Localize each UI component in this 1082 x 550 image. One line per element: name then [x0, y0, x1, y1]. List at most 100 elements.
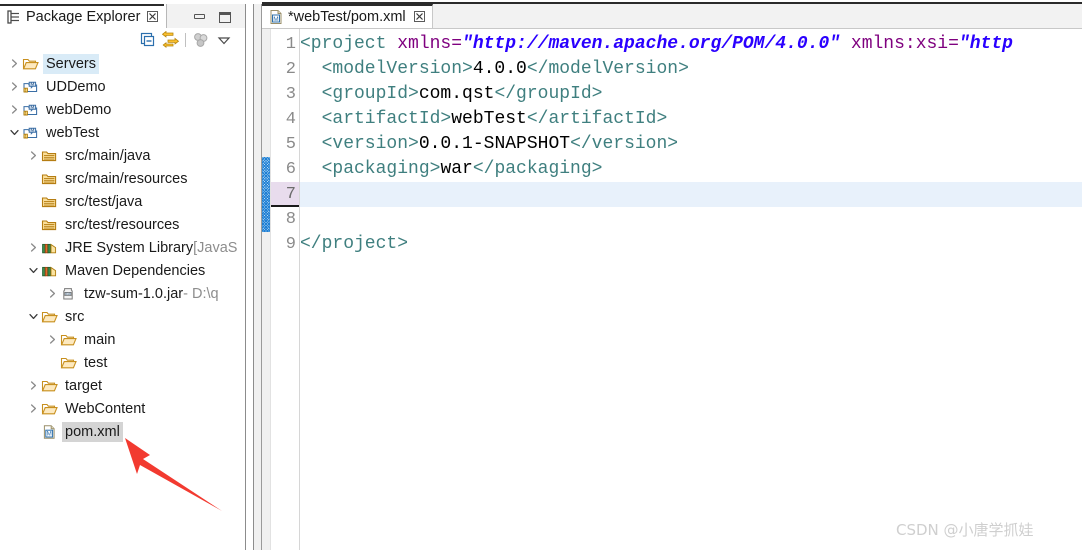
chevron-right-icon[interactable]: [44, 332, 60, 348]
folder-icon: [60, 332, 77, 348]
collapse-all-icon: [139, 32, 157, 53]
tree-item-label: webTest: [46, 124, 100, 141]
code-token: 4.0.0: [472, 59, 527, 79]
focus-on-active-task-button[interactable]: [192, 31, 210, 49]
tree-item-text: webDemo: [43, 100, 114, 120]
svg-text:!: !: [25, 110, 26, 115]
tree-item-target[interactable]: target: [0, 374, 245, 397]
jar-icon: 010: [60, 286, 77, 302]
tree-item-label: Maven Dependencies: [65, 262, 206, 279]
toolbar-separator: [185, 33, 186, 47]
chevron-right-icon[interactable]: [44, 286, 60, 302]
tree-item-label: test: [84, 354, 108, 371]
close-icon[interactable]: [147, 10, 159, 24]
code-line[interactable]: <modelVersion>4.0.0</modelVersion>: [300, 57, 1082, 82]
code-token: 0.0.1-SNAPSHOT: [418, 134, 571, 154]
tab-package-explorer[interactable]: Package Explorer: [0, 4, 165, 28]
chevron-down-icon[interactable]: [25, 309, 41, 325]
tree-item-label: Servers: [46, 55, 96, 72]
tree-item-src[interactable]: src: [0, 305, 245, 328]
chevron-down-icon[interactable]: [6, 125, 22, 141]
chevron-right-icon[interactable]: [6, 56, 22, 72]
tree-item-src-main-java[interactable]: src/main/java: [0, 144, 245, 167]
tree-item-text: UDDemo: [43, 77, 109, 97]
tree-item-text: src/main/java: [62, 146, 153, 166]
code-line[interactable]: </project>: [300, 232, 1082, 257]
source-folder-icon: [41, 217, 58, 233]
folder-icon: [22, 56, 39, 72]
link-with-editor-button[interactable]: [161, 30, 180, 49]
code-line[interactable]: <artifactId>webTest</artifactId>: [300, 107, 1082, 132]
code-token: <project: [300, 34, 398, 54]
chevron-right-icon[interactable]: [25, 148, 41, 164]
tree-item-src-test-java[interactable]: src/test/java: [0, 190, 245, 213]
tree-item-src-test-resources[interactable]: src/test/resources: [0, 213, 245, 236]
maven-pom-icon: M: [268, 9, 288, 25]
xml-editor: M *webTest/pom.xml 1 2 3 4 5 6 7 8 9 <project xm…: [262, 4, 1082, 550]
code-line[interactable]: [300, 182, 1082, 207]
chevron-down-icon[interactable]: [25, 263, 41, 279]
tree-item-text: main: [81, 330, 118, 350]
panel-gap: [246, 4, 253, 550]
maven-project-icon: M!: [22, 102, 39, 118]
svg-text:!: !: [25, 87, 26, 92]
tree-item-src-main-resources[interactable]: src/main/resources: [0, 167, 245, 190]
chevron-right-icon[interactable]: [6, 79, 22, 95]
editor-text-area[interactable]: 1 2 3 4 5 6 7 8 9 <project xmlns="http://maven.a…: [262, 29, 1082, 550]
line-number-ruler: 1 2 3 4 5 6 7 8 9: [271, 29, 300, 550]
tree-item-jre-system-library[interactable]: JRE System Library [JavaS: [0, 236, 245, 259]
chevron-right-icon[interactable]: [25, 401, 41, 417]
tree-item-servers[interactable]: Servers: [0, 52, 245, 75]
svg-text:M: M: [30, 127, 34, 132]
maven-project-icon: M!: [22, 79, 39, 95]
minimize-button[interactable]: [193, 12, 206, 23]
tree-item-label: JRE System Library: [65, 239, 194, 256]
tree-item-uddemo[interactable]: M! UDDemo: [0, 75, 245, 98]
tree-item-webtest[interactable]: M! webTest: [0, 121, 245, 144]
code-token: </artifactId>: [526, 109, 668, 129]
tab-pom-xml[interactable]: M *webTest/pom.xml: [262, 4, 433, 28]
chevron-right-icon[interactable]: [6, 102, 22, 118]
code-line[interactable]: <version>0.0.1-SNAPSHOT</version>: [300, 132, 1082, 157]
line-number: 4: [285, 110, 296, 129]
library-icon: [41, 263, 58, 279]
csdn-watermark: CSDN @小唐学抓娃: [896, 521, 1034, 539]
tree-item-text: src/main/resources: [62, 169, 190, 189]
code-token: "http://maven.apache.org/POM/4.0.0": [462, 34, 841, 54]
tree-item-maven-dependencies[interactable]: Maven Dependencies: [0, 259, 245, 282]
code-token: xmlns:xsi=: [840, 34, 959, 54]
chevron-right-icon[interactable]: [25, 240, 41, 256]
maximize-button[interactable]: [219, 12, 232, 23]
collapse-all-button[interactable]: [139, 31, 157, 49]
code-line[interactable]: <project xmlns="http://maven.apache.org/…: [300, 32, 1082, 57]
tree-item-webcontent[interactable]: WebContent: [0, 397, 245, 420]
close-icon[interactable]: [413, 10, 425, 25]
code-line[interactable]: <packaging>war</packaging>: [300, 157, 1082, 182]
tree-item-main[interactable]: main: [0, 328, 245, 351]
code-line[interactable]: <groupId>com.qst</groupId>: [300, 82, 1082, 107]
source-folder-icon: [41, 148, 58, 164]
code-content[interactable]: <project xmlns="http://maven.apache.org/…: [300, 29, 1082, 550]
tree-item-tzw-sum-1-0-jar[interactable]: 010 tzw-sum-1.0.jar - D:\q: [0, 282, 245, 305]
code-token: xmlns=: [397, 34, 463, 54]
tree-item-webdemo[interactable]: M! webDemo: [0, 98, 245, 121]
tree-item-label: main: [84, 331, 116, 348]
change-bar-chunk: [262, 157, 270, 232]
code-token: <groupId>: [300, 84, 419, 104]
line-number: 3: [285, 85, 296, 104]
tree-item-label: src: [65, 308, 85, 325]
tree-item-test[interactable]: test: [0, 351, 245, 374]
folder-icon: [41, 309, 58, 325]
tree-item-label: tzw-sum-1.0.jar: [84, 285, 184, 302]
line-number: 7: [271, 182, 299, 207]
tree-item-label: UDDemo: [46, 78, 106, 95]
tree-item-label: src/test/java: [65, 193, 143, 210]
chevron-right-icon[interactable]: [25, 378, 41, 394]
code-line[interactable]: [300, 207, 1082, 232]
code-token: </project>: [300, 234, 409, 254]
view-menu-button[interactable]: [215, 31, 233, 49]
svg-text:010: 010: [65, 292, 71, 296]
source-folder-icon: [41, 171, 58, 187]
